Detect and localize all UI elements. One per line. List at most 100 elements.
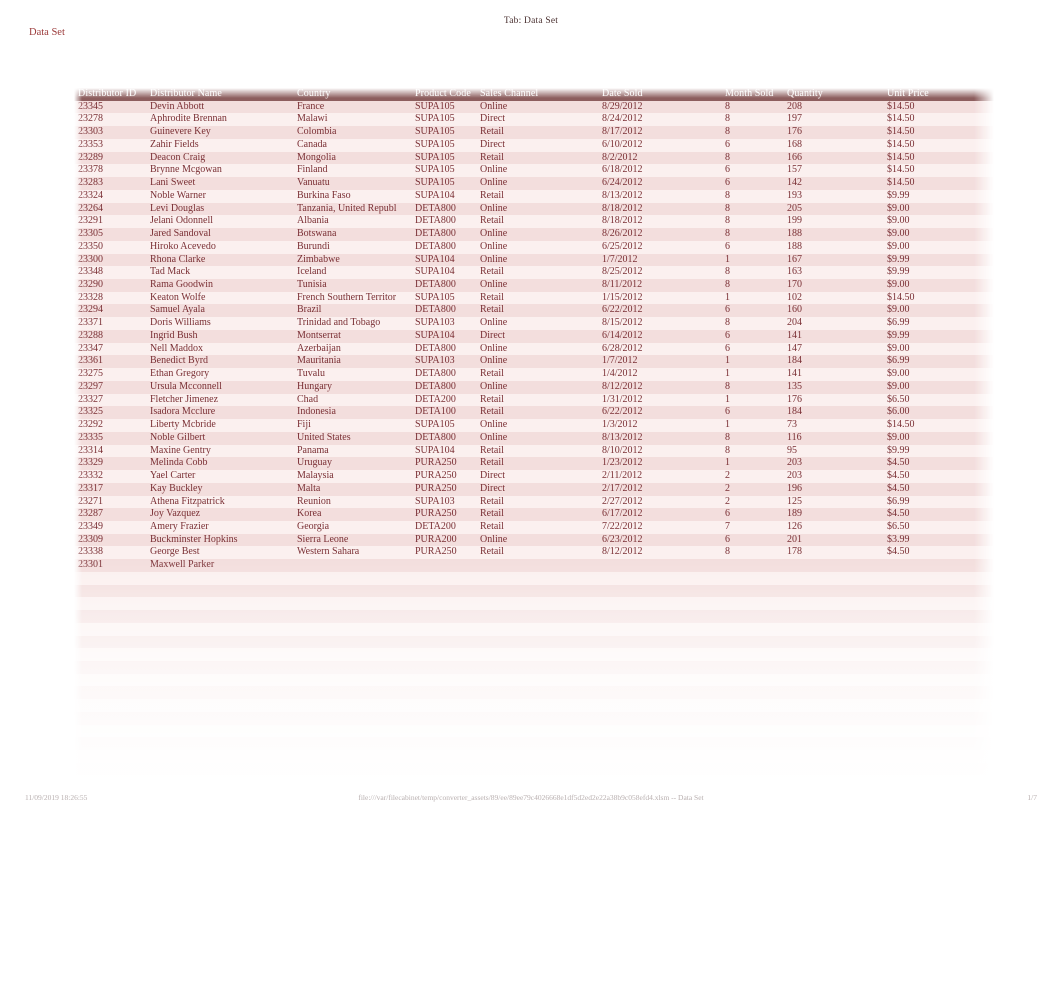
- table-cell: 6/22/2012: [602, 406, 643, 418]
- table-row[interactable]: [74, 737, 994, 750]
- table-row[interactable]: 23292 Liberty Mcbride Fiji SUPA105 Online 1/3…: [74, 419, 994, 432]
- table-row[interactable]: 23317 Kay Buckley Malta PURA250 Direct 2/17/2…: [74, 482, 994, 496]
- table-row[interactable]: 23329 Melinda Cobb Uruguay PURA250 Retail 1/2…: [74, 457, 994, 471]
- table-row[interactable]: 23345 Devin Abbott France SUPA105 Online 8/29…: [74, 100, 994, 114]
- table-row[interactable]: 23305 Jared Sandoval Botswana DETA800 Online…: [74, 228, 994, 241]
- table-cell: Panama: [297, 444, 329, 456]
- table-row[interactable]: 23290 Rama Goodwin Tunisia DETA800 Online 8/1…: [74, 279, 994, 292]
- table-row[interactable]: 23314 Maxine Gentry Panama SUPA104 Retail 8/1…: [74, 444, 994, 458]
- table-row[interactable]: 23287 Joy Vazquez Korea PURA250 Retail 6/17/2…: [74, 508, 994, 521]
- table-cell: Online: [480, 419, 508, 431]
- table-row[interactable]: [74, 635, 994, 649]
- table-row[interactable]: 23303 Guinevere Key Colombia SUPA105 Retail 8…: [74, 126, 994, 139]
- table-row[interactable]: 23325 Isadora Mcclure Indonesia DETA100 Reta…: [74, 406, 994, 420]
- table-cell: [146, 699, 293, 712]
- table-row[interactable]: 23378 Brynne Mcgowan Finland SUPA105 Online 6…: [74, 164, 994, 178]
- table-row[interactable]: [74, 724, 994, 738]
- table-cell: 8/12/2012: [602, 546, 643, 558]
- table-cell: [721, 725, 783, 738]
- column-header[interactable]: Sales Channel: [476, 88, 598, 101]
- table-row[interactable]: [74, 584, 994, 598]
- table-row[interactable]: 23283 Lani Sweet Vanuatu SUPA105 Online 6/24/…: [74, 177, 994, 190]
- table-row[interactable]: 23301 Maxwell Parker: [74, 559, 994, 572]
- table-row[interactable]: 23278 Aphrodite Brennan Malawi SUPA105 Direc…: [74, 113, 994, 127]
- table-row[interactable]: 23349 Amery Frazier Georgia DETA200 Retail 7/…: [74, 520, 994, 534]
- column-header[interactable]: Distributor Name: [146, 88, 293, 101]
- table-row[interactable]: 23350 Hiroko Acevedo Burundi DETA800 Online 6…: [74, 240, 994, 254]
- table-cell: 23325: [78, 406, 103, 418]
- column-header[interactable]: Country: [293, 88, 411, 101]
- table-row[interactable]: [74, 749, 994, 763]
- table-row[interactable]: 23324 Noble Warner Burkina Faso SUPA104 Reta…: [74, 189, 994, 203]
- table-cell: Azerbaijan: [297, 342, 341, 354]
- table-row[interactable]: [74, 686, 994, 700]
- table-row[interactable]: 23297 Ursula Mcconnell Hungary DETA800 Onlin…: [74, 380, 994, 394]
- table-cell: [883, 559, 994, 572]
- table-cell: $4.50: [887, 457, 910, 469]
- table-row[interactable]: 23327 Fletcher Jimenez Chad DETA200 Retail 1/…: [74, 393, 994, 407]
- table-row[interactable]: 23348 Tad Mack Iceland SUPA104 Retail 8/25/20…: [74, 266, 994, 280]
- table-row[interactable]: 23353 Zahir Fields Canada SUPA105 Direct 6/10…: [74, 138, 994, 152]
- table-row[interactable]: 23300 Rhona Clarke Zimbabwe SUPA104 Online 1/…: [74, 253, 994, 267]
- table-row[interactable]: 23275 Ethan Gregory Tuvalu DETA800 Retail 1/4…: [74, 368, 994, 381]
- table-row[interactable]: 23309 Buckminster Hopkins Sierra Leone PURA…: [74, 533, 994, 547]
- table-cell: Uruguay: [297, 457, 332, 469]
- table-row[interactable]: 23271 Athena Fitzpatrick Reunion SUPA103 Ret…: [74, 495, 994, 509]
- table-row[interactable]: [74, 699, 994, 712]
- table-cell: [293, 750, 411, 763]
- table-cell: 23300: [78, 253, 103, 265]
- table-row[interactable]: [74, 622, 994, 636]
- column-header[interactable]: Date Sold: [598, 88, 721, 101]
- column-header[interactable]: Month Sold: [721, 88, 783, 101]
- table-cell: [74, 648, 146, 661]
- column-header[interactable]: Distributor ID: [74, 88, 146, 101]
- column-header[interactable]: Quantity: [783, 88, 883, 101]
- table-row[interactable]: [74, 673, 994, 687]
- table-cell: [783, 737, 883, 750]
- table-cell: DETA800: [415, 279, 456, 291]
- table-cell: Iceland: [297, 266, 327, 278]
- table-cell: DETA200: [415, 520, 456, 532]
- table-cell: 166: [787, 151, 802, 163]
- table-row[interactable]: 23294 Samuel Ayala Brazil DETA800 Retail 6/22…: [74, 304, 994, 318]
- table-cell: George Best: [150, 546, 200, 558]
- table-cell: Isadora Mcclure: [150, 406, 216, 418]
- table-cell: 6/25/2012: [602, 240, 643, 252]
- table-cell: 184: [787, 406, 802, 418]
- table-cell: [598, 750, 721, 763]
- table-row[interactable]: 23332 Yael Carter Malaysia PURA250 Direct 2/1…: [74, 470, 994, 483]
- table-row[interactable]: 23347 Nell Maddox Azerbaijan DETA800 Online 6…: [74, 342, 994, 356]
- table-row[interactable]: 23288 Ingrid Bush Montserrat SUPA104 Direct 6…: [74, 329, 994, 343]
- table-row[interactable]: 23338 George Best Western Sahara PURA250 Ret…: [74, 546, 994, 560]
- table-cell: 23324: [78, 189, 103, 201]
- table-cell: SUPA105: [415, 151, 455, 163]
- table-row[interactable]: [74, 762, 994, 776]
- table-row[interactable]: [74, 597, 994, 611]
- table-cell: Finland: [297, 164, 328, 176]
- table-cell: 23275: [78, 368, 103, 380]
- table-row[interactable]: 23335 Noble Gilbert United States DETA800 On…: [74, 431, 994, 445]
- column-header[interactable]: Product Code: [411, 88, 476, 101]
- table-row[interactable]: [74, 648, 994, 661]
- table-row[interactable]: [74, 775, 994, 789]
- table-cell: Maxine Gentry: [150, 444, 211, 456]
- table-row[interactable]: 23264 Levi Douglas Tanzania, United Republ…: [74, 202, 994, 216]
- table-cell: $9.99: [887, 266, 910, 278]
- table-row[interactable]: 23371 Doris Williams Trinidad and Tobago SU…: [74, 317, 994, 330]
- table-row[interactable]: [74, 610, 994, 623]
- table-row[interactable]: [74, 660, 994, 674]
- table-cell: 8: [725, 279, 730, 291]
- table-cell: SUPA103: [415, 355, 455, 367]
- table-row[interactable]: [74, 571, 994, 585]
- table-row[interactable]: [74, 711, 994, 725]
- table-cell: [721, 597, 783, 610]
- table-row[interactable]: 23328 Keaton Wolfe French Southern Territo…: [74, 291, 994, 305]
- table-cell: Retail: [480, 189, 504, 201]
- table-cell: 8/25/2012: [602, 266, 643, 278]
- table-row[interactable]: 23289 Deacon Craig Mongolia SUPA105 Retail 8/…: [74, 151, 994, 165]
- table-row[interactable]: 23361 Benedict Byrd Mauritania SUPA103 Onlin…: [74, 355, 994, 369]
- table-cell: $6.99: [887, 495, 910, 507]
- table-cell: 141: [787, 368, 802, 380]
- column-header[interactable]: Unit Price: [883, 88, 994, 101]
- table-row[interactable]: 23291 Jelani Odonnell Albania DETA800 Retail…: [74, 215, 994, 229]
